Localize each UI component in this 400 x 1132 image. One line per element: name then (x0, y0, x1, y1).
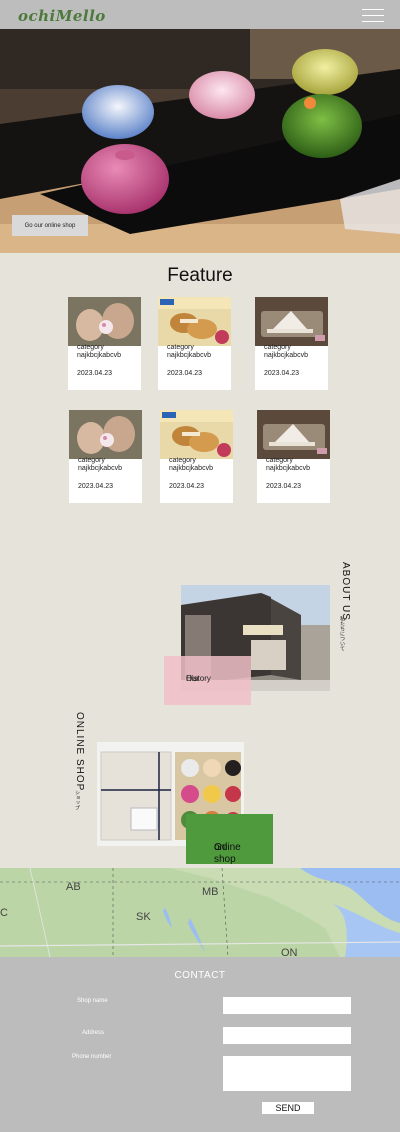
feature-card[interactable]: category najkbcjkabcvb 2023.04.23 (160, 410, 233, 503)
feature-heading: Feature (167, 265, 233, 286)
card-category: category najkbcjkabcvb (266, 457, 310, 472)
feature-card[interactable]: category najkbcjkabcvb 2023.04.23 (257, 410, 330, 503)
site-logo[interactable]: ochiMello (18, 7, 106, 25)
hamburger-menu-icon[interactable] (362, 9, 384, 23)
about-heading: ABOUT US (340, 562, 351, 621)
map-label-ab: AB (66, 881, 81, 893)
shop-name-label: Shop name (77, 998, 108, 1004)
card-category: category najkbcjkabcvb (169, 457, 213, 472)
phone-number-input[interactable] (223, 1056, 351, 1091)
feature-card[interactable]: category najkbcjkabcvb 2023.04.23 (69, 410, 142, 503)
online-shop-button[interactable]: Go our online shop (12, 215, 88, 236)
contact-heading: CONTACT (174, 970, 226, 981)
card-date: 2023.04.23 (264, 370, 300, 377)
phone-number-label: Phone number (72, 1054, 112, 1060)
site-header: ochiMello (0, 0, 400, 29)
hero-image: Go our online shop (0, 29, 400, 253)
map-label-c: C (0, 907, 8, 919)
card-category: category najkbcjkabcvb (264, 344, 308, 359)
card-thumbnail (255, 297, 328, 346)
map-label-on: ON (281, 947, 298, 957)
go-online-shop-button[interactable]: Go online shop (186, 814, 273, 865)
send-button[interactable]: SEND (262, 1102, 314, 1114)
contact-section: CONTACT Shop name Address Phone number S… (0, 957, 400, 1132)
location-map[interactable]: AB MB SK ON C (0, 868, 400, 957)
about-subheading: 私たちについて (339, 616, 345, 651)
our-history-link[interactable]: Our History (164, 656, 251, 705)
card-date: 2023.04.23 (78, 483, 114, 490)
map-label-mb: MB (202, 886, 219, 898)
map-label-sk: SK (136, 911, 151, 923)
card-thumbnail (69, 410, 142, 459)
address-label: Address (82, 1030, 105, 1036)
card-thumbnail (160, 410, 233, 459)
feature-card[interactable]: category najkbcjkabcvb 2023.04.23 (158, 297, 231, 390)
feature-card[interactable]: category najkbcjkabcvb 2023.04.23 (255, 297, 328, 390)
feature-card[interactable]: category najkbcjkabcvb 2023.04.23 (68, 297, 141, 390)
online-shop-heading: ONLINE SHOP (74, 712, 85, 792)
card-category: category najkbcjkabcvb (77, 344, 121, 359)
card-category: category najkbcjkabcvb (78, 457, 122, 472)
card-thumbnail (257, 410, 330, 459)
card-date: 2023.04.23 (77, 370, 113, 377)
address-input[interactable] (223, 1027, 351, 1044)
online-shop-subheading: ショップ (74, 790, 80, 810)
card-thumbnail (158, 297, 231, 346)
shop-name-input[interactable] (223, 997, 351, 1014)
card-date: 2023.04.23 (169, 483, 205, 490)
card-date: 2023.04.23 (266, 483, 302, 490)
card-date: 2023.04.23 (167, 370, 203, 377)
card-thumbnail (68, 297, 141, 346)
card-category: category najkbcjkabcvb (167, 344, 211, 359)
